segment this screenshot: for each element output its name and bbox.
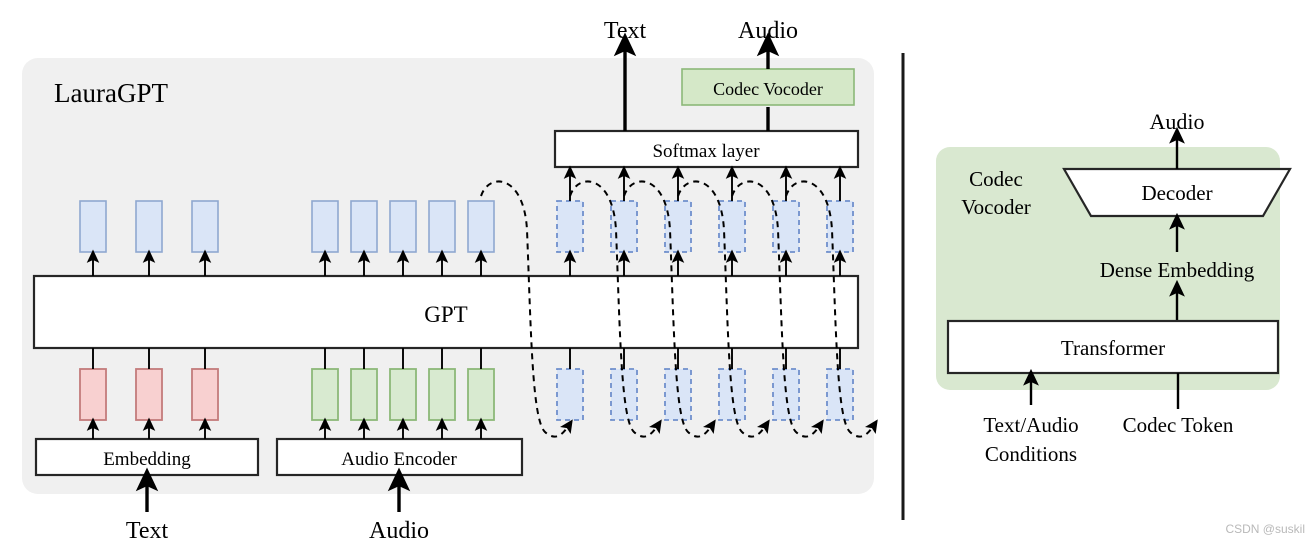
codec-vocoder-panel-title-line1: Codec [969, 167, 1023, 191]
audio-embedding-token [428, 368, 456, 421]
feedback-token [556, 368, 584, 421]
feedback-token [826, 368, 854, 421]
text-embedding-token [135, 368, 163, 421]
softmax-block-label: Softmax layer [652, 141, 760, 162]
codec-vocoder-block-label: Codec Vocoder [713, 79, 823, 99]
gpt-output-token [79, 200, 107, 253]
audio-embedding-token [467, 368, 495, 421]
audio-embedding-token [350, 368, 378, 421]
gpt-output-token [135, 200, 163, 253]
page-title: LauraGPT [54, 78, 168, 108]
feedback-token [772, 368, 800, 421]
right-audio-output-label: Audio [1150, 109, 1205, 134]
conditions-label-line2: Conditions [985, 442, 1077, 466]
text-output-label: Text [604, 18, 647, 44]
gpt-output-token [467, 200, 495, 253]
audio-input-label: Audio [369, 518, 429, 544]
feedback-token [610, 368, 638, 421]
gpt-output-token [428, 200, 456, 253]
watermark: CSDN @suskil [1225, 522, 1305, 536]
decoder-block-label: Decoder [1141, 181, 1212, 205]
audio-encoder-block-label: Audio Encoder [341, 449, 457, 470]
audio-embedding-token [311, 368, 339, 421]
text-embedding-token [79, 368, 107, 421]
audio-output-label: Audio [738, 18, 798, 44]
feedback-token [718, 368, 746, 421]
transformer-block-label: Transformer [1061, 336, 1165, 360]
text-embedding-token [191, 368, 219, 421]
gpt-output-token [311, 200, 339, 253]
gpt-output-token [389, 200, 417, 253]
embedding-block-label: Embedding [103, 449, 191, 470]
text-embedding-token-group [79, 368, 219, 421]
predicted-token [556, 200, 584, 253]
dense-embedding-label: Dense Embedding [1100, 258, 1255, 282]
gpt-output-token [350, 200, 378, 253]
gpt-output-token [191, 200, 219, 253]
audio-embedding-token [389, 368, 417, 421]
codec-vocoder-panel-title-line2: Vocoder [961, 195, 1031, 219]
text-input-label: Text [126, 518, 169, 544]
codec-token-label: Codec Token [1123, 413, 1234, 437]
conditions-label-line1: Text/Audio [983, 413, 1078, 437]
gpt-block-label: GPT [424, 302, 467, 327]
feedback-token [664, 368, 692, 421]
figure-canvas: LauraGPT GPT Softmax layer Codec Vocoder… [0, 0, 1316, 545]
